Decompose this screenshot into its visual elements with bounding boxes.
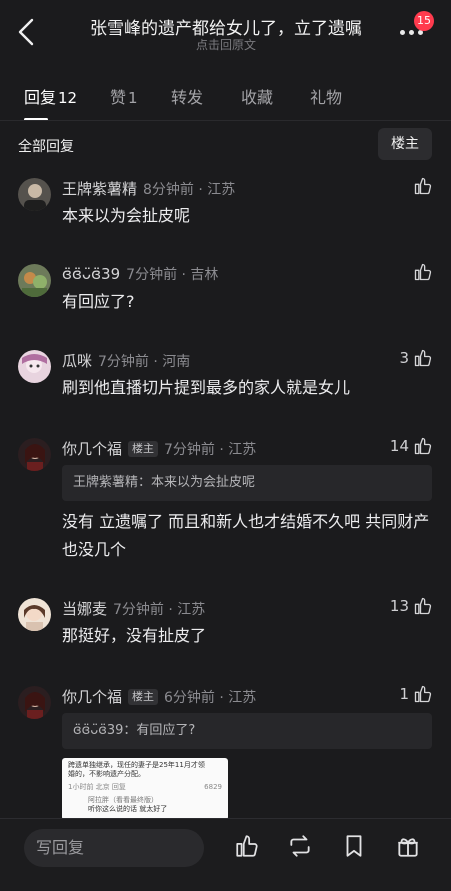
comment-text: 刷到他直播切片提到最多的家人就是女儿 xyxy=(62,378,351,397)
comment-text: 有回应了? xyxy=(62,292,135,311)
user-name[interactable]: 你几个福 xyxy=(62,440,122,458)
like-button[interactable]: 13 xyxy=(390,594,433,618)
gift-icon[interactable] xyxy=(395,833,421,859)
comment-time-location: 7分钟前 · 吉林 xyxy=(126,267,219,283)
comment-text: 那挺好，没有扯皮了 xyxy=(62,626,207,645)
tab-count: 1 xyxy=(128,89,138,107)
tab-bar: 回复 12 赞1 转发 收藏 礼物 xyxy=(0,84,451,124)
tab-likes[interactable]: 赞1 xyxy=(110,84,138,108)
tab-favorites[interactable]: 收藏 xyxy=(241,84,273,108)
tab-gifts[interactable]: 礼物 xyxy=(310,84,342,108)
thumbs-up-icon xyxy=(414,597,432,615)
comment-meta: 你几个福 楼主 7分钟前 · 江苏 xyxy=(62,438,256,459)
like-button[interactable] xyxy=(413,260,433,284)
image-meta: 1小时前 北京 回复 xyxy=(68,783,126,791)
avatar[interactable] xyxy=(18,264,51,297)
top-bar: 张雪峰的遗产都给女儿了，立了遗嘱 点击回原文 15 xyxy=(0,0,451,62)
tab-label: 回复 xyxy=(24,88,57,107)
like-button[interactable]: 14 xyxy=(390,434,433,458)
user-name[interactable]: 王牌紫薯精 xyxy=(62,180,137,198)
avatar[interactable] xyxy=(18,350,51,383)
like-count: 3 xyxy=(399,349,409,367)
comment-text: 没有 立遗嘱了 而且和新人也才结婚不久吧 共同财产也没几个 xyxy=(62,512,430,559)
user-name[interactable]: 当娜麦 xyxy=(62,600,107,618)
tab-label: 转发 xyxy=(171,88,204,107)
repost-icon[interactable] xyxy=(287,833,313,859)
thumbs-up-icon xyxy=(414,263,432,281)
comment-meta: 瓜咪 7分钟前 · 河南 xyxy=(62,350,190,371)
all-replies-label: 全部回复 xyxy=(18,139,74,155)
comment-time-location: 7分钟前 · 河南 xyxy=(98,354,191,370)
thumbs-up-icon xyxy=(414,349,432,367)
like-count: 1 xyxy=(399,685,409,703)
thumbs-up-icon xyxy=(414,177,432,195)
divider xyxy=(0,120,451,121)
bottom-bar: 写回复 xyxy=(0,818,451,891)
thumbs-up-icon xyxy=(414,685,432,703)
comment-time-location: 7分钟前 · 江苏 xyxy=(113,602,206,618)
tab-reposts[interactable]: 转发 xyxy=(171,84,203,108)
quoted-reply[interactable]: ɞ̈ɞ̈ᴗ̈ɞ̈39：有回应了? xyxy=(62,713,432,749)
avatar[interactable] xyxy=(18,598,51,631)
image-text: 跨遗单独继承，现任的妻子是25年11月才领 xyxy=(68,761,205,769)
comment-meta: 你几个福 楼主 6分钟前 · 江苏 xyxy=(62,686,256,707)
back-to-original-link[interactable]: 点击回原文 xyxy=(62,36,390,53)
reply-input[interactable]: 写回复 xyxy=(24,829,204,867)
like-count: 14 xyxy=(389,437,409,455)
thumbs-up-icon[interactable] xyxy=(234,833,260,859)
comment-time-location: 6分钟前 · 江苏 xyxy=(164,690,257,706)
image-text: 婚的，不影响遗产分配。 xyxy=(68,770,145,778)
avatar[interactable] xyxy=(18,686,51,719)
back-icon[interactable] xyxy=(14,16,40,48)
tab-label: 赞 xyxy=(110,88,127,107)
tab-label: 礼物 xyxy=(310,88,343,107)
user-name[interactable]: ɞ̈ɞ̈ᴗ̈ɞ̈39 xyxy=(62,265,120,283)
image-reply-text: 听你这么说的话 就太好了 xyxy=(88,805,168,813)
owner-tag: 楼主 xyxy=(128,441,159,457)
comment-meta: 当娜麦 7分钟前 · 江苏 xyxy=(62,598,205,619)
avatar[interactable] xyxy=(18,438,51,471)
user-name[interactable]: 你几个福 xyxy=(62,688,122,706)
comment-meta: 王牌紫薯精 8分钟前 · 江苏 xyxy=(62,178,235,199)
like-button[interactable]: 3 xyxy=(399,346,433,370)
like-button[interactable] xyxy=(413,174,433,198)
comment-time-location: 7分钟前 · 江苏 xyxy=(164,442,257,458)
comment-image[interactable]: 跨遗单独继承，现任的妻子是25年11月才领 婚的，不影响遗产分配。 1小时前 北… xyxy=(62,758,228,820)
like-button[interactable]: 1 xyxy=(399,682,433,706)
tab-replies[interactable]: 回复 12 xyxy=(24,84,77,108)
tab-label: 收藏 xyxy=(241,88,274,107)
like-count: 13 xyxy=(389,597,409,615)
image-reply-user: 阿拉胖（看看最终版） xyxy=(88,796,158,804)
comment-meta: ɞ̈ɞ̈ᴗ̈ɞ̈39 7分钟前 · 吉林 xyxy=(62,264,218,284)
comment-time-location: 8分钟前 · 江苏 xyxy=(143,182,236,198)
thumbs-up-icon xyxy=(414,437,432,455)
user-name[interactable]: 瓜咪 xyxy=(62,352,92,370)
avatar[interactable] xyxy=(18,178,51,211)
bookmark-icon[interactable] xyxy=(341,833,367,859)
tab-count: 12 xyxy=(58,89,78,107)
image-likes: 6829 xyxy=(204,783,222,791)
comment-text: 本来以为会扯皮呢 xyxy=(62,206,191,225)
notification-badge: 15 xyxy=(414,11,434,31)
owner-tag: 楼主 xyxy=(128,689,159,705)
owner-only-button[interactable]: 楼主 xyxy=(378,128,432,160)
quoted-reply[interactable]: 王牌紫薯精：本来以为会扯皮呢 xyxy=(62,465,432,501)
